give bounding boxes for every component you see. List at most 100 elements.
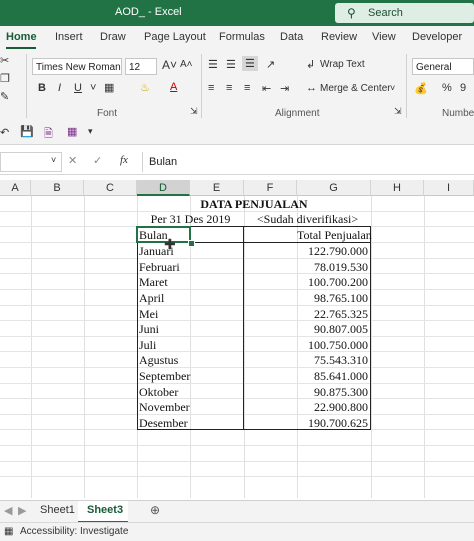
align-top-icon[interactable]: ☰ xyxy=(208,58,218,71)
tab-draw[interactable]: Draw xyxy=(100,31,126,43)
next-sheet-icon[interactable]: ▶ xyxy=(18,504,26,517)
ribbon-separator xyxy=(201,54,202,118)
table-cell-total: 22.765.325 xyxy=(314,307,368,321)
align-middle-icon[interactable]: ☰ xyxy=(226,58,236,71)
increase-indent-icon[interactable]: ⇥ xyxy=(280,82,289,95)
column-header-e[interactable]: E xyxy=(190,180,244,196)
align-bottom-icon[interactable]: ☰ xyxy=(242,56,258,71)
font-color-icon[interactable]: A xyxy=(170,81,177,93)
customize-qat-icon[interactable]: ▾ xyxy=(88,126,93,137)
column-header-h[interactable]: H xyxy=(371,180,424,196)
percent-style-button[interactable]: % xyxy=(442,82,452,94)
group-label-alignment: Alignment xyxy=(275,108,320,119)
copy-icon[interactable]: ❐ xyxy=(0,72,10,85)
underline-button[interactable]: U xyxy=(74,82,82,94)
orientation-icon[interactable]: ↗ xyxy=(266,58,275,71)
column-header-f[interactable]: F xyxy=(244,180,297,196)
table-cell-month: Oktober xyxy=(139,385,179,399)
grid-line xyxy=(0,336,474,337)
format-painter-icon[interactable]: ✎ xyxy=(0,90,9,103)
wrap-text-button[interactable]: Wrap Text xyxy=(320,59,365,70)
sheet-tab-sheet3[interactable]: Sheet3 xyxy=(87,504,123,516)
tab-view[interactable]: View xyxy=(372,31,396,43)
grid-line xyxy=(0,320,474,321)
grid-line xyxy=(0,273,474,274)
font-name-select[interactable]: Times New Roman xyxy=(32,58,122,75)
borders-icon[interactable]: ▦ xyxy=(104,81,114,94)
comma-style-button[interactable]: 9 xyxy=(460,82,466,94)
active-tab-indicator xyxy=(6,47,36,49)
tab-developer[interactable]: Developer xyxy=(412,31,462,43)
tab-formulas[interactable]: Formulas xyxy=(219,31,265,43)
align-right-icon[interactable]: ≡ xyxy=(244,82,250,94)
save-icon[interactable]: 💾 xyxy=(20,125,34,138)
table-cell-total: 190.700.625 xyxy=(308,416,368,430)
increase-font-icon[interactable]: A˅ xyxy=(162,58,177,72)
ribbon: ✂ ❐ ✎ Times New Roman 12 A˅ A˄ B I U ˅ ▦… xyxy=(0,50,474,123)
ribbon-separator xyxy=(406,54,407,118)
macro-icon[interactable]: ▦ xyxy=(67,125,77,138)
alignment-dialog-launcher-icon[interactable]: ⇲ xyxy=(394,106,402,117)
bold-button[interactable]: B xyxy=(38,82,46,94)
tab-page-layout[interactable]: Page Layout xyxy=(144,31,206,43)
undo-icon[interactable]: ↶ xyxy=(0,126,9,139)
formula-input[interactable]: Bulan xyxy=(142,152,474,172)
cut-icon[interactable]: ✂ xyxy=(0,54,9,67)
tab-data[interactable]: Data xyxy=(280,31,303,43)
print-preview-icon[interactable]: 🗎 xyxy=(44,125,53,144)
name-box[interactable]: ˅ xyxy=(0,152,62,172)
column-header-d[interactable]: D xyxy=(137,180,190,196)
formula-bar: ˅ ✕ ✓ fx Bulan xyxy=(0,150,474,175)
align-center-icon[interactable]: ≡ xyxy=(226,82,232,94)
accounting-format-icon[interactable]: 💰 xyxy=(414,82,428,95)
fill-color-icon[interactable]: ♨ xyxy=(140,81,150,94)
search-box[interactable]: ⚲ Search xyxy=(335,3,474,23)
font-size-select[interactable]: 12 xyxy=(125,58,157,75)
grid-line xyxy=(0,258,474,259)
grid-line xyxy=(0,305,474,306)
add-sheet-icon[interactable]: ⊕ xyxy=(150,503,160,517)
search-placeholder: Search xyxy=(368,7,403,19)
font-dialog-launcher-icon[interactable]: ⇲ xyxy=(190,106,198,117)
merge-center-icon: ↔ xyxy=(306,82,317,94)
column-header-c[interactable]: C xyxy=(84,180,137,196)
grid-line xyxy=(0,476,474,477)
tab-insert[interactable]: Insert xyxy=(55,31,83,43)
merge-dropdown-icon[interactable]: ˅ xyxy=(390,83,395,93)
table-border xyxy=(370,226,371,429)
decrease-font-icon[interactable]: A˄ xyxy=(180,59,193,70)
insert-function-icon[interactable]: fx xyxy=(120,154,128,166)
window-title: AOD_ - Excel xyxy=(115,6,182,18)
ribbon-separator xyxy=(26,54,27,118)
cancel-icon[interactable]: ✕ xyxy=(68,154,77,167)
table-border xyxy=(137,226,138,429)
underline-dropdown-icon[interactable]: ˅ xyxy=(90,82,96,94)
tab-review[interactable]: Review xyxy=(321,31,357,43)
group-label-font: Font xyxy=(97,108,118,119)
table-cell-month: Mei xyxy=(139,307,159,321)
fill-handle[interactable] xyxy=(188,240,195,247)
enter-icon[interactable]: ✓ xyxy=(93,154,102,167)
number-format-select[interactable]: General xyxy=(412,58,474,75)
italic-button[interactable]: I xyxy=(58,82,61,94)
name-box-dropdown-icon[interactable]: ˅ xyxy=(51,155,56,165)
cursor-icon: ✚ xyxy=(164,236,176,252)
table-cell-total: 75.543.310 xyxy=(314,353,368,367)
column-header-b[interactable]: B xyxy=(31,180,84,196)
wrap-text-icon: ↲ xyxy=(306,59,316,71)
column-header-a[interactable]: A xyxy=(0,180,31,196)
column-header-i[interactable]: I xyxy=(424,180,474,196)
table-cell-total: 22.900.800 xyxy=(314,400,368,414)
spreadsheet-grid[interactable]: A B C D E F G H I DATA PENJUALAN Per 31 … xyxy=(0,180,474,498)
grid-line xyxy=(0,461,474,462)
prev-sheet-icon[interactable]: ◀ xyxy=(4,504,12,517)
sheet-tab-sheet1[interactable]: Sheet1 xyxy=(40,504,75,516)
tab-home[interactable]: Home xyxy=(6,31,37,43)
decrease-indent-icon[interactable]: ⇤ xyxy=(262,82,271,95)
column-header-g[interactable]: G xyxy=(297,180,371,196)
header-total: Total Penjualan xyxy=(297,228,372,242)
table-cell-month: November xyxy=(139,400,190,414)
align-left-icon[interactable]: ≡ xyxy=(208,82,214,94)
accessibility-status[interactable]: Accessibility: Investigate xyxy=(20,526,128,537)
merge-center-button[interactable]: Merge & Center xyxy=(320,83,391,94)
